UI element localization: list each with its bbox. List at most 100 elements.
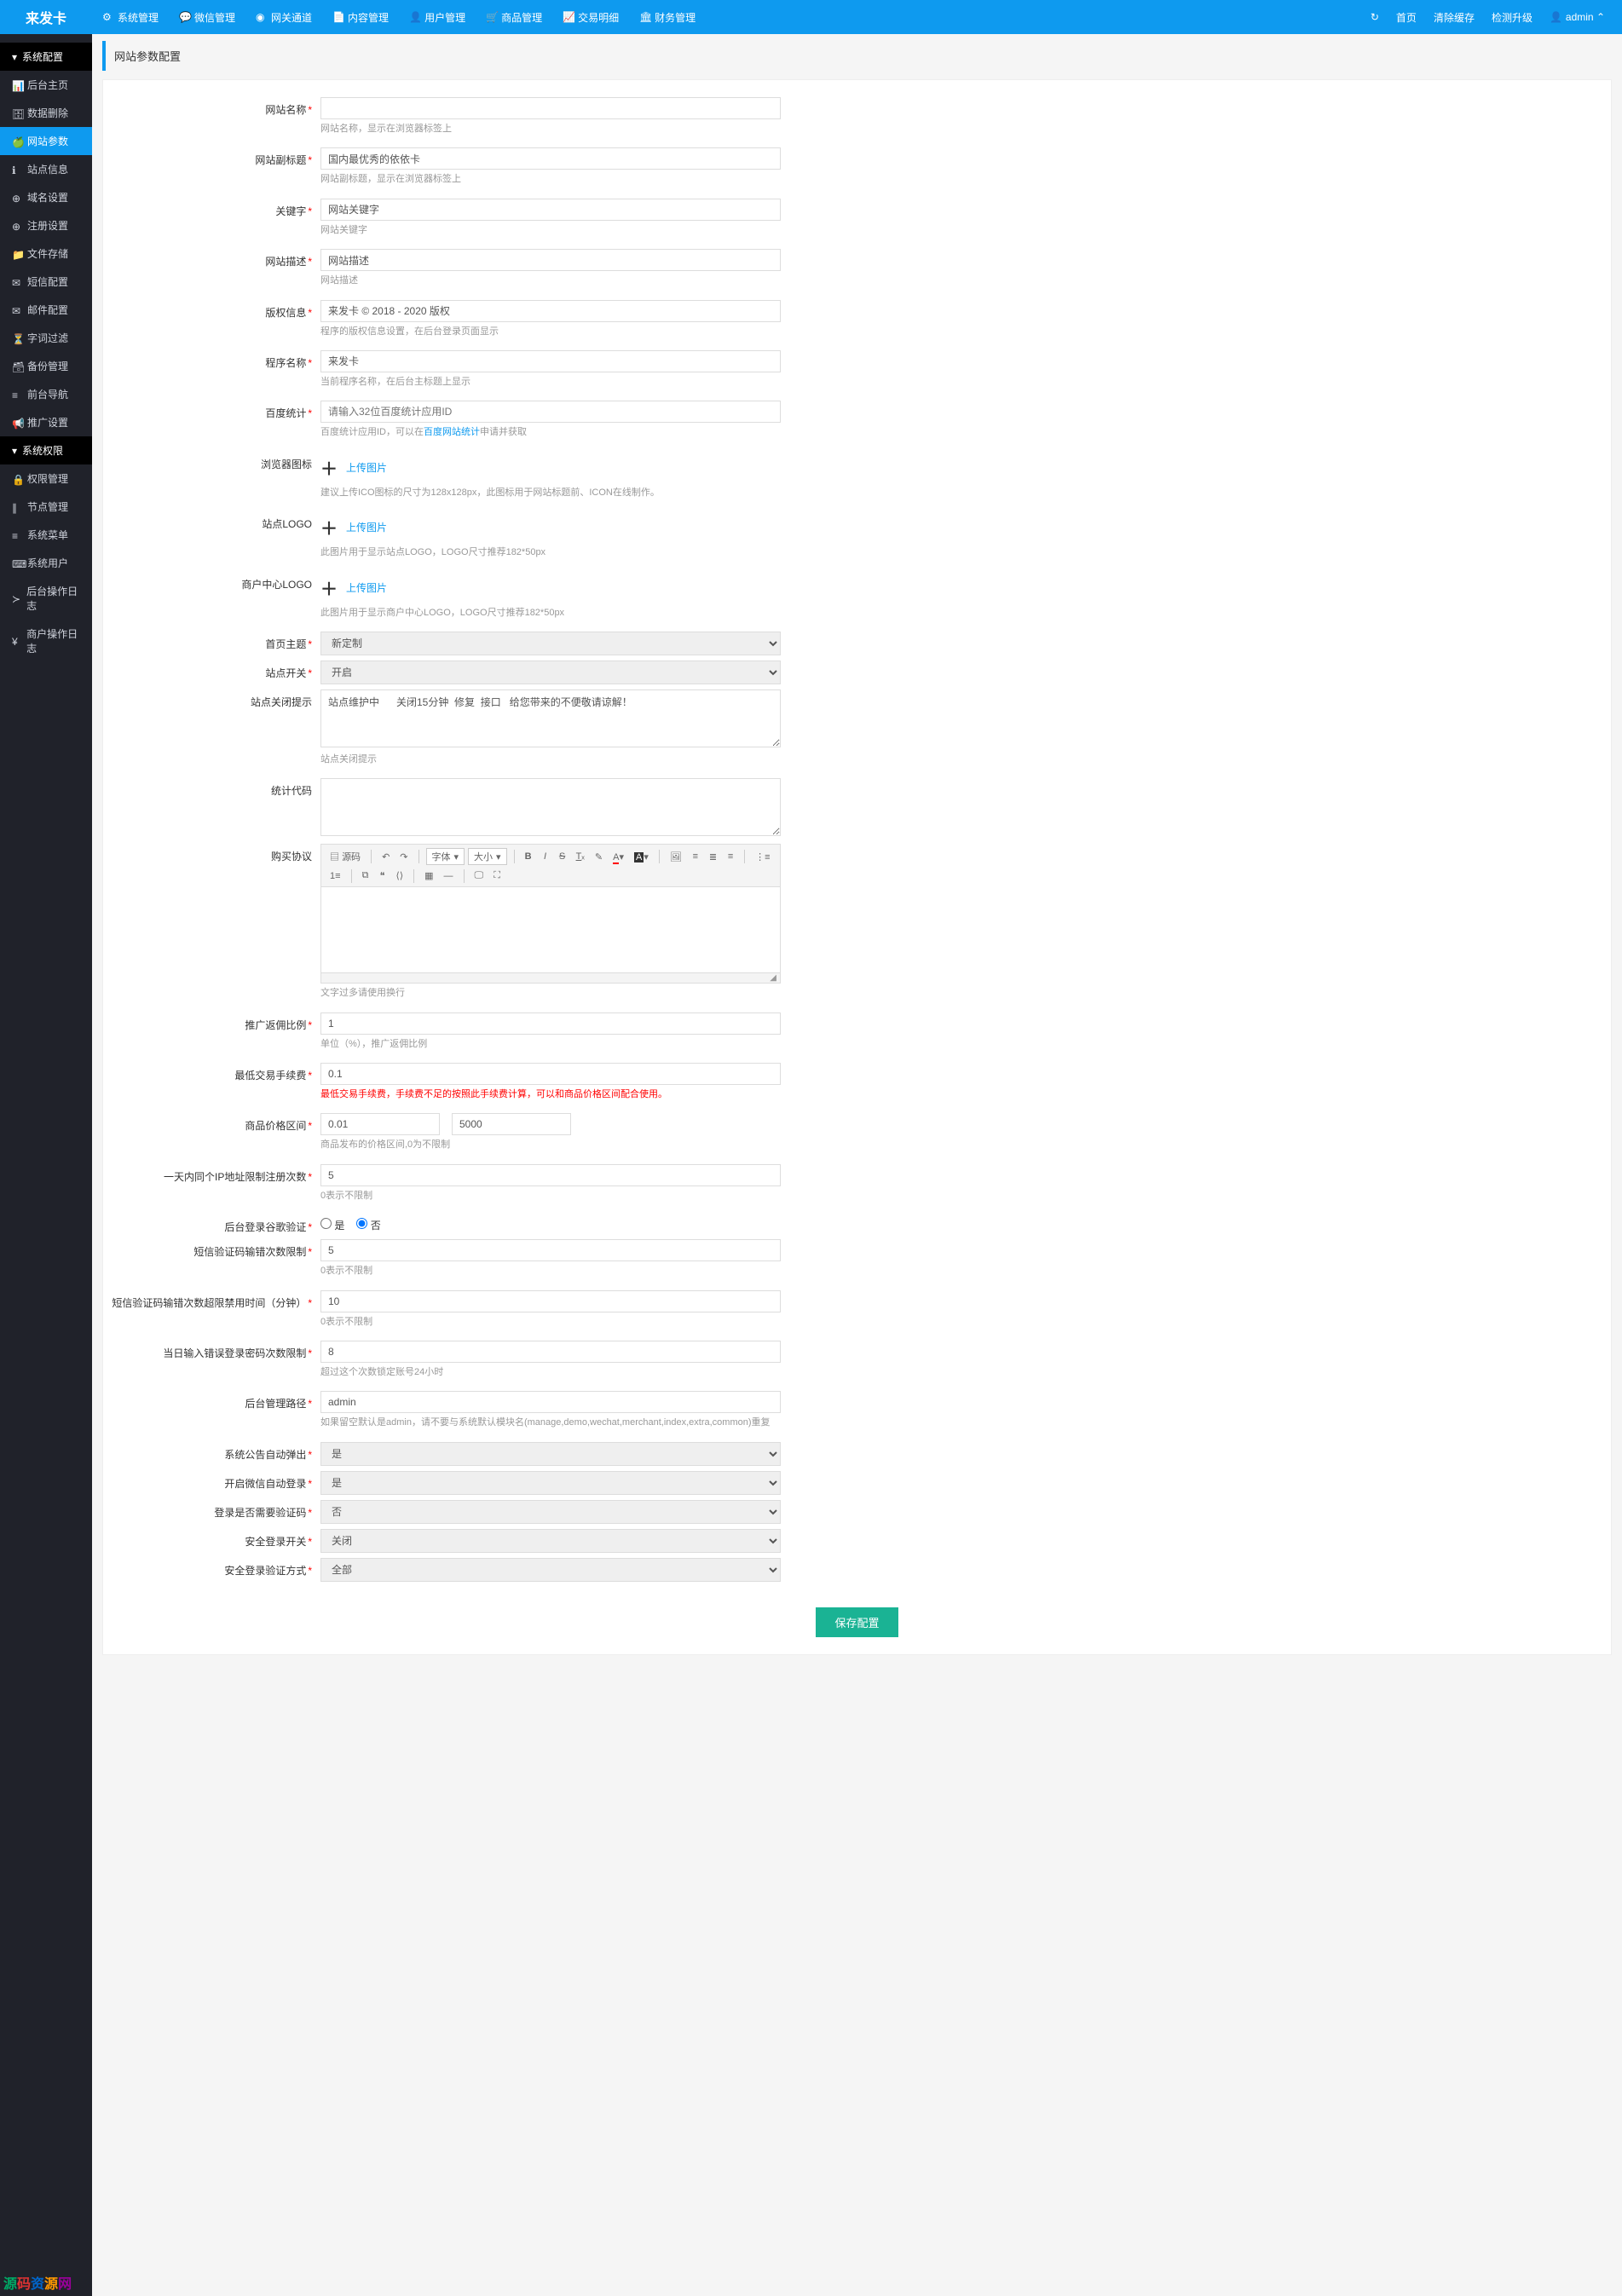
gcaptcha-no-radio[interactable]: 否 xyxy=(356,1220,380,1232)
editor-list-ol-icon[interactable]: 1≡ xyxy=(326,869,344,883)
sidebar-item[interactable]: ⌨系统用户 xyxy=(0,549,92,577)
price-high-input[interactable] xyxy=(452,1113,571,1135)
favicon-upload-link[interactable]: 上传图片 xyxy=(346,460,387,475)
pwd-wrong-limit-input[interactable] xyxy=(320,1341,781,1363)
topnav-item-3[interactable]: 📄内容管理 xyxy=(322,0,399,34)
editor-italic-icon[interactable]: I xyxy=(539,850,552,863)
topnav-item-2[interactable]: ◉网关通道 xyxy=(245,0,322,34)
sidebar-item[interactable]: 🗃备份管理 xyxy=(0,352,92,380)
editor-fullscreen-icon[interactable]: ⛶ xyxy=(490,868,504,883)
sidebar-item[interactable]: ⏳字词过滤 xyxy=(0,324,92,352)
sidebar-item[interactable]: ℹ站点信息 xyxy=(0,155,92,183)
baidu-stat-input[interactable] xyxy=(320,401,781,423)
gcaptcha-yes-radio[interactable]: 是 xyxy=(320,1220,344,1232)
editor-font-select[interactable]: 字体 ▾ xyxy=(426,848,465,865)
sidebar-item-icon: 🗄 xyxy=(12,108,22,118)
site-logo-upload-plus-icon[interactable]: ＋ xyxy=(320,515,338,539)
merchant-logo-upload-plus-icon[interactable]: ＋ xyxy=(320,575,338,600)
sidebar-item[interactable]: ≡系统菜单 xyxy=(0,521,92,549)
sidebar-item[interactable]: ¥商户操作日志 xyxy=(0,620,92,662)
home-link[interactable]: 首页 xyxy=(1388,0,1425,34)
admin-path-input[interactable] xyxy=(320,1391,781,1413)
keywords-input[interactable] xyxy=(320,199,781,221)
sidebar-item[interactable]: ≡前台导航 xyxy=(0,380,92,408)
close-tip-textarea[interactable]: 站点维护中 关闭15分钟 修复 接口 给您带来的不便敬请谅解！ xyxy=(320,689,781,747)
theme-select[interactable]: 新定制 xyxy=(320,632,781,655)
sidebar-item[interactable]: 🍏网站参数 xyxy=(0,127,92,155)
editor-hr-icon[interactable]: — xyxy=(441,869,457,883)
topnav-item-7[interactable]: 🏛财务管理 xyxy=(629,0,706,34)
safe-login-type-select[interactable]: 全部 xyxy=(320,1558,781,1582)
topnav-item-0[interactable]: ⚙系统管理 xyxy=(92,0,169,34)
sidebar-item[interactable]: ⊕注册设置 xyxy=(0,211,92,239)
promo-rate-input[interactable] xyxy=(320,1012,781,1035)
description-input[interactable] xyxy=(320,249,781,271)
sms-ban-time-input[interactable] xyxy=(320,1290,781,1312)
site-logo-upload-link[interactable]: 上传图片 xyxy=(346,520,387,534)
sidebar-item[interactable]: 🗄数据删除 xyxy=(0,99,92,127)
clear-cache-link[interactable]: 清除缓存 xyxy=(1425,0,1483,34)
price-low-input[interactable] xyxy=(320,1113,440,1135)
merchant-logo-upload-link[interactable]: 上传图片 xyxy=(346,580,387,595)
editor-list-ul-icon[interactable]: ⋮≡ xyxy=(752,850,773,864)
editor-strike-icon[interactable]: S xyxy=(556,850,569,863)
editor-preview-icon[interactable]: 🖵 xyxy=(471,868,488,883)
ip-limit-input[interactable] xyxy=(320,1164,781,1186)
editor-body[interactable] xyxy=(321,887,780,972)
sms-wrong-limit-input[interactable] xyxy=(320,1239,781,1261)
editor-source-button[interactable]: ▤ 源码 xyxy=(326,848,364,865)
login-captcha-select[interactable]: 否 xyxy=(320,1500,781,1524)
sidebar-item[interactable]: 📁文件存储 xyxy=(0,239,92,268)
topnav-item-1[interactable]: 💬微信管理 xyxy=(169,0,245,34)
sidebar-item[interactable]: ≻后台操作日志 xyxy=(0,577,92,620)
editor-resize-handle[interactable]: ◢ xyxy=(321,972,780,983)
favicon-upload-plus-icon[interactable]: ＋ xyxy=(320,455,338,480)
sidebar-item[interactable]: 🔒权限管理 xyxy=(0,464,92,493)
sidebar-item[interactable]: 📢推广设置 xyxy=(0,408,92,436)
topnav-item-4[interactable]: 👤用户管理 xyxy=(399,0,476,34)
sidebar-item[interactable]: ⊕域名设置 xyxy=(0,183,92,211)
editor-link-icon[interactable]: ⧉ xyxy=(359,868,372,883)
min-fee-input[interactable] xyxy=(320,1063,781,1085)
editor-bold-icon[interactable]: B xyxy=(522,850,535,863)
editor-bgcolor-icon[interactable]: A▾ xyxy=(631,850,652,864)
editor-align-center-icon[interactable]: ≣ xyxy=(706,850,720,864)
refresh-icon[interactable]: ↻ xyxy=(1362,0,1388,34)
topnav-icon: 👤 xyxy=(409,11,421,23)
upgrade-link[interactable]: 检测升级 xyxy=(1483,0,1541,34)
editor-undo-icon[interactable]: ↶ xyxy=(378,850,393,864)
site-subtitle-input[interactable] xyxy=(320,147,781,170)
notice-popup-select[interactable]: 是 xyxy=(320,1442,781,1466)
editor-image-icon[interactable]: 🖼 xyxy=(667,850,685,864)
editor-size-select[interactable]: 大小 ▾ xyxy=(468,848,507,865)
site-name-input[interactable] xyxy=(320,97,781,119)
editor-align-left-icon[interactable]: ≡ xyxy=(689,850,702,863)
wechat-autologin-select[interactable]: 是 xyxy=(320,1471,781,1495)
topnav-item-6[interactable]: 📈交易明细 xyxy=(552,0,629,34)
baidu-stat-link[interactable]: 百度网站统计 xyxy=(424,427,480,437)
sidebar-group-system-auth[interactable]: ▾ 系统权限 xyxy=(0,436,92,464)
sidebar-item[interactable]: ✉邮件配置 xyxy=(0,296,92,324)
site-switch-select[interactable]: 开启 xyxy=(320,661,781,684)
sidebar-group-system-config[interactable]: ▾ 系统配置 xyxy=(0,43,92,71)
editor-code-icon[interactable]: ⟨⟩ xyxy=(393,868,407,883)
editor-redo-icon[interactable]: ↷ xyxy=(396,850,411,864)
editor-align-right-icon[interactable]: ≡ xyxy=(724,850,737,863)
user-menu[interactable]: 👤admin ⌃ xyxy=(1541,0,1613,34)
editor-brush-icon[interactable]: ✎ xyxy=(592,850,606,864)
stat-code-textarea[interactable] xyxy=(320,778,781,836)
editor-textcolor-icon[interactable]: A▾ xyxy=(609,850,627,864)
sidebar-item[interactable]: ∥节点管理 xyxy=(0,493,92,521)
editor-quote-icon[interactable]: ❝ xyxy=(376,868,390,883)
sidebar-item[interactable]: ✉短信配置 xyxy=(0,268,92,296)
topnav-icon: 💬 xyxy=(179,11,191,23)
editor-table-icon[interactable]: ▦ xyxy=(421,868,436,883)
program-name-input[interactable] xyxy=(320,350,781,372)
save-button[interactable]: 保存配置 xyxy=(816,1607,898,1637)
sidebar: ▾ 系统配置 📊后台主页🗄数据删除🍏网站参数ℹ站点信息⊕域名设置⊕注册设置📁文件… xyxy=(0,34,92,2296)
topnav-item-5[interactable]: 🛒商品管理 xyxy=(476,0,552,34)
copyright-input[interactable] xyxy=(320,300,781,322)
safe-login-select[interactable]: 关闭 xyxy=(320,1529,781,1553)
editor-clearformat-icon[interactable]: Tₓ xyxy=(573,850,588,863)
sidebar-item[interactable]: 📊后台主页 xyxy=(0,71,92,99)
